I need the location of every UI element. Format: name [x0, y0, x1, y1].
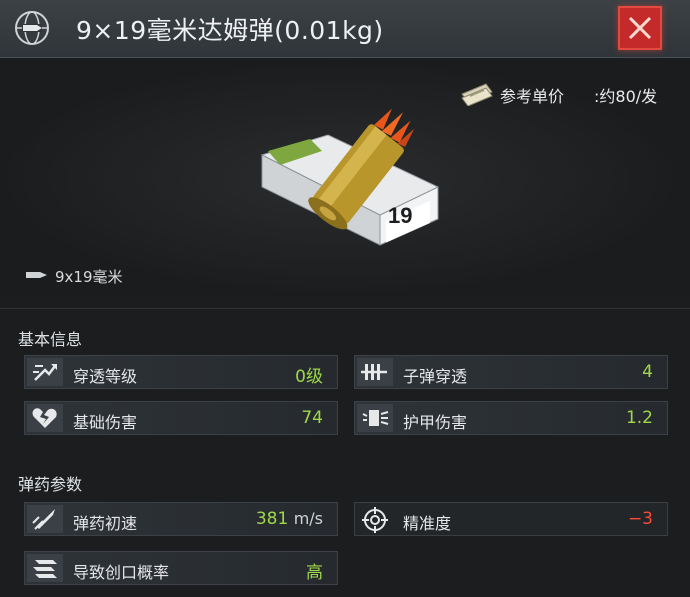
window-title: 9×19毫米达姆弹(0.01kg): [76, 16, 384, 45]
stat-value: 0级: [295, 367, 323, 387]
stat-value: 4: [642, 362, 653, 382]
section-divider: [0, 308, 690, 309]
stat-wound-chance: 导致创口概率 高: [24, 551, 338, 585]
stat-label: 精准度: [403, 514, 452, 533]
stat-muzzle-velocity: 弹药初速 381 m/s: [24, 502, 338, 536]
stat-value: 1.2: [625, 408, 653, 428]
velocity-number: 381: [255, 509, 289, 529]
stat-value: −3: [627, 509, 653, 529]
stat-label: 弹药初速: [73, 514, 138, 533]
ammo-params-title: 弹药参数: [18, 475, 83, 494]
title-bar: 9×19毫米达姆弹(0.01kg): [0, 0, 690, 58]
penetration-level-icon: [27, 358, 63, 386]
close-x-icon: [628, 16, 652, 40]
crosshair-icon: [357, 505, 393, 533]
stat-label: 护甲伤害: [403, 413, 468, 432]
stat-value: 高: [306, 563, 323, 583]
caliber-label: 9x19毫米: [55, 268, 123, 286]
stat-value: 74: [301, 408, 323, 428]
stat-label: 穿透等级: [73, 367, 138, 386]
bullet-icon: [26, 272, 47, 278]
ammo-image: 19: [260, 108, 440, 246]
stat-armor-damage: 护甲伤害 1.2: [354, 401, 668, 435]
muzzle-velocity-icon: [27, 505, 63, 533]
price-label: 参考单价: [500, 87, 565, 106]
ammo-category-icon: [14, 10, 50, 46]
svg-text:19: 19: [388, 203, 412, 228]
wound-chance-icon: [27, 554, 63, 582]
velocity-unit: m/s: [293, 509, 323, 528]
close-button[interactable]: [618, 6, 662, 50]
reference-price: 参考单价 :约80/发: [460, 80, 680, 106]
stat-label: 导致创口概率: [73, 563, 170, 582]
cash-stack-icon: [461, 83, 493, 106]
stat-accuracy: 精准度 −3: [354, 502, 668, 536]
broken-heart-icon: [27, 404, 63, 432]
stat-label: 基础伤害: [73, 413, 138, 432]
stat-bullet-penetration: 子弹穿透 4: [354, 355, 668, 389]
price-value: :约80/发: [594, 87, 658, 106]
armor-damage-icon: [357, 404, 393, 432]
bullet-penetration-icon: [357, 358, 393, 386]
stat-label: 子弹穿透: [403, 367, 468, 386]
basic-info-title: 基本信息: [18, 330, 83, 349]
stat-penetration-level: 穿透等级 0级: [24, 355, 338, 389]
stat-value: 381 m/s: [256, 509, 323, 529]
stat-base-damage: 基础伤害 74: [24, 401, 338, 435]
